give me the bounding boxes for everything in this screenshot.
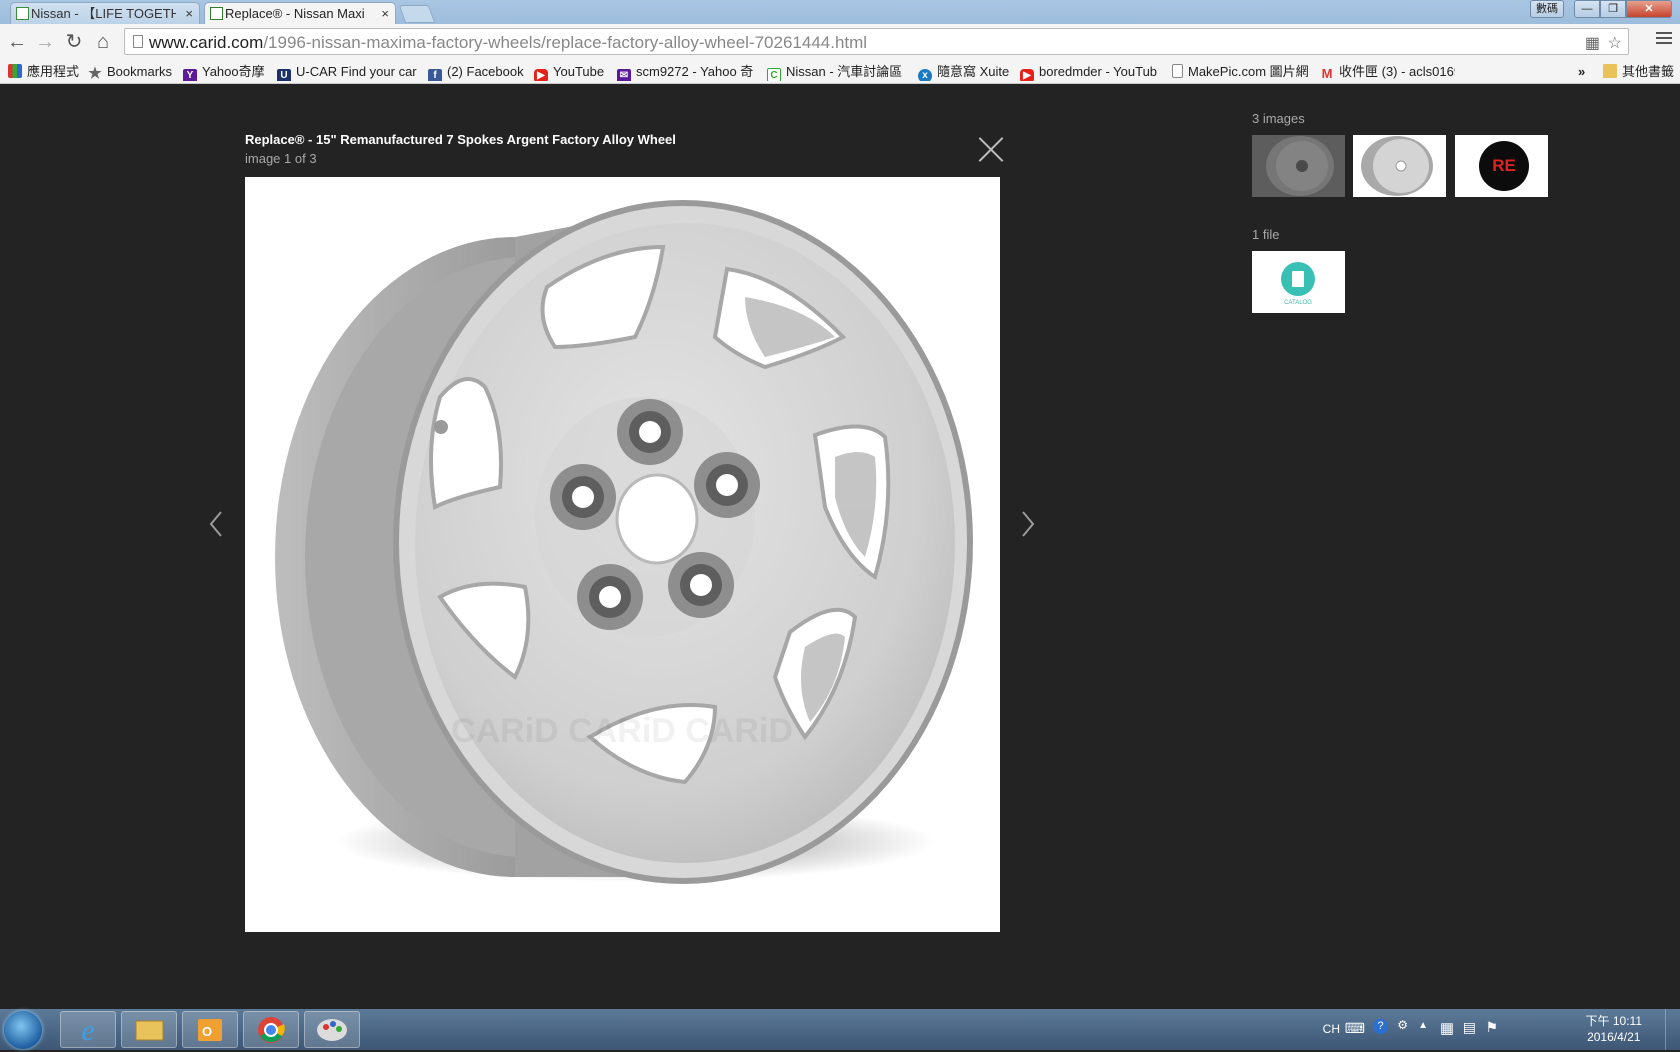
wheel-thumbnail-image: [1252, 135, 1345, 197]
youtube-icon: ▶: [1020, 69, 1034, 81]
url-text[interactable]: www.carid.com/1996-nissan-maxima-factory…: [149, 33, 867, 53]
images-count-label: 3 images: [1252, 111, 1305, 126]
svg-text:O: O: [202, 1024, 212, 1039]
bookmark-xuite[interactable]: x 隨意窩 Xuite: [918, 63, 1010, 81]
bookmark-apps[interactable]: 應用程式: [8, 63, 80, 81]
nissan-forum-icon: C: [767, 68, 781, 81]
chrome-icon[interactable]: [243, 1011, 299, 1048]
restore-button[interactable]: ❐: [1600, 0, 1626, 18]
bookmark-facebook[interactable]: f (2) Facebook: [428, 63, 528, 81]
windows-flag-icon[interactable]: ▦: [1440, 1019, 1454, 1037]
bookmarks-bar: 應用程式 ★ Bookmarks Y Yahoo奇摩 U U-CAR Find you…: [0, 60, 1680, 84]
help-icon[interactable]: ?: [1373, 1019, 1388, 1034]
viewer-title: Replace® - 15" Remanufactured 7 Spokes A…: [245, 132, 676, 147]
keyboard-icon[interactable]: ⌨: [1345, 1020, 1365, 1037]
back-arrow-icon[interactable]: ←: [5, 30, 29, 54]
star-icon: ★: [88, 65, 102, 81]
tab-replace[interactable]: Replace® - Nissan Maxi ×: [204, 2, 396, 24]
clock-date: 2016/4/21: [1587, 1030, 1641, 1044]
bookmark-gmail[interactable]: M 收件匣 (3) - acls0169: [1320, 63, 1455, 81]
show-hidden-icons-icon[interactable]: ▲: [1418, 1020, 1428, 1031]
youtube-icon: ▶: [534, 69, 548, 81]
tab-title: Nissan - 【LIFE TOGETHER】: [31, 6, 176, 21]
catalog-icon: CATALOG: [1252, 251, 1345, 313]
paint-icon[interactable]: [304, 1011, 360, 1048]
page-icon: [133, 35, 143, 48]
facebook-icon: f: [428, 69, 442, 81]
thumbnail-1[interactable]: [1252, 135, 1345, 197]
tab-close-icon[interactable]: ×: [185, 3, 193, 24]
ucar-icon: U: [277, 69, 291, 81]
watermark-text: CARiD CARiD CARiD: [451, 712, 793, 750]
catalog-caption: CATALOG: [1284, 300, 1312, 306]
browser-toolbar: ← → ↻ ⌂ www.carid.com/1996-nissan-maxima…: [0, 24, 1680, 60]
image-viewer-overlay: Replace® - 15" Remanufactured 7 Spokes A…: [0, 84, 1680, 1009]
home-icon[interactable]: ⌂: [91, 30, 115, 54]
internet-explorer-icon[interactable]: e: [60, 1011, 116, 1048]
other-bookmarks[interactable]: 其他書籤: [1603, 63, 1677, 81]
start-button[interactable]: [4, 1011, 42, 1049]
show-desktop-button[interactable]: [1665, 1009, 1680, 1050]
translate-icon[interactable]: ▦: [1585, 33, 1600, 53]
yahoo-mail-icon: ✉: [617, 69, 631, 81]
gmail-icon: M: [1321, 66, 1333, 81]
xuite-icon: x: [918, 69, 932, 81]
bookmark-nissan-forum[interactable]: C Nissan - 汽車討論區: [767, 63, 907, 81]
re-logo-thumbnail: RE: [1455, 135, 1548, 197]
tab-close-icon[interactable]: ×: [381, 3, 389, 24]
chrome-menu-icon[interactable]: [1656, 32, 1672, 47]
bookmark-boredmder[interactable]: ▶ boredmder - YouTub: [1020, 63, 1158, 81]
outlook-icon[interactable]: O: [182, 1011, 238, 1048]
bookmark-bookmarks[interactable]: ★ Bookmarks: [88, 63, 180, 81]
action-center-flag-icon[interactable]: ⚑: [1485, 1019, 1498, 1036]
next-arrow-icon[interactable]: [1018, 504, 1038, 544]
folder-icon: [1603, 64, 1617, 78]
apps-grid-icon: [8, 64, 22, 78]
taskbar-clock[interactable]: 下午 10:11 2016/4/21: [1586, 1013, 1642, 1045]
close-window-button[interactable]: ✕: [1626, 0, 1672, 18]
nissan-favicon-icon: [16, 7, 29, 20]
bookmark-ucar[interactable]: U U-CAR Find your car.: [277, 63, 417, 81]
language-button[interactable]: 數碼: [1530, 0, 1564, 18]
tab-nissan[interactable]: Nissan - 【LIFE TOGETHER】 ×: [10, 2, 200, 24]
bookmark-star-icon[interactable]: ☆: [1608, 33, 1622, 53]
minimize-button[interactable]: —: [1574, 0, 1600, 18]
re-logo-text: RE: [1492, 156, 1516, 175]
bookmark-yahoo[interactable]: Y Yahoo奇摩: [183, 63, 269, 81]
previous-arrow-icon[interactable]: [206, 504, 226, 544]
browser-title-bar: Nissan - 【LIFE TOGETHER】 × Replace® - Ni…: [0, 0, 1680, 24]
main-product-image: CARiD CARiD CARiD: [245, 177, 1000, 932]
tray-settings-icon[interactable]: ⚙: [1397, 1018, 1408, 1032]
catalog-file-thumbnail[interactable]: CATALOG: [1252, 251, 1345, 313]
alloy-wheel-image: CARiD CARiD CARiD: [275, 200, 973, 884]
input-language-indicator[interactable]: CH: [1323, 1022, 1340, 1036]
thumbnail-3[interactable]: RE: [1455, 135, 1548, 197]
files-count-label: 1 file: [1252, 227, 1280, 242]
page-icon: [1172, 64, 1183, 78]
window-controls: 數碼 — ❐ ✕: [1530, 0, 1672, 18]
thumbnail-2[interactable]: [1353, 135, 1446, 197]
carid-favicon-icon: [210, 7, 223, 20]
network-icon[interactable]: ▤: [1463, 1019, 1476, 1036]
bookmark-yahoo-mail[interactable]: ✉ scm9272 - Yahoo 奇: [617, 63, 755, 81]
bookmarks-overflow-button[interactable]: »: [1578, 63, 1590, 81]
address-bar[interactable]: www.carid.com/1996-nissan-maxima-factory…: [124, 28, 1629, 55]
forward-arrow-icon[interactable]: →: [33, 30, 57, 54]
file-explorer-icon[interactable]: [121, 1011, 177, 1048]
bookmark-youtube[interactable]: ▶ YouTube: [534, 63, 618, 81]
windows-taskbar: e O CH ⌨ ? ⚙ ▲ ▦ ▤ ⚑ 下午 10:11 2016/4/21: [0, 1009, 1680, 1050]
svg-text:e: e: [81, 1014, 94, 1047]
new-tab-button[interactable]: [398, 5, 436, 23]
reload-icon[interactable]: ↻: [62, 30, 86, 54]
yahoo-icon: Y: [183, 69, 197, 81]
tab-title: Replace® - Nissan Maxi: [225, 6, 365, 21]
wheel-thumbnail-image: [1353, 135, 1446, 197]
clock-time: 下午 10:11: [1585, 1014, 1642, 1028]
image-counter: image 1 of 3: [245, 151, 317, 166]
close-icon[interactable]: [978, 136, 1004, 162]
bookmark-makepic[interactable]: MakePic.com 圖片網: [1172, 63, 1308, 81]
